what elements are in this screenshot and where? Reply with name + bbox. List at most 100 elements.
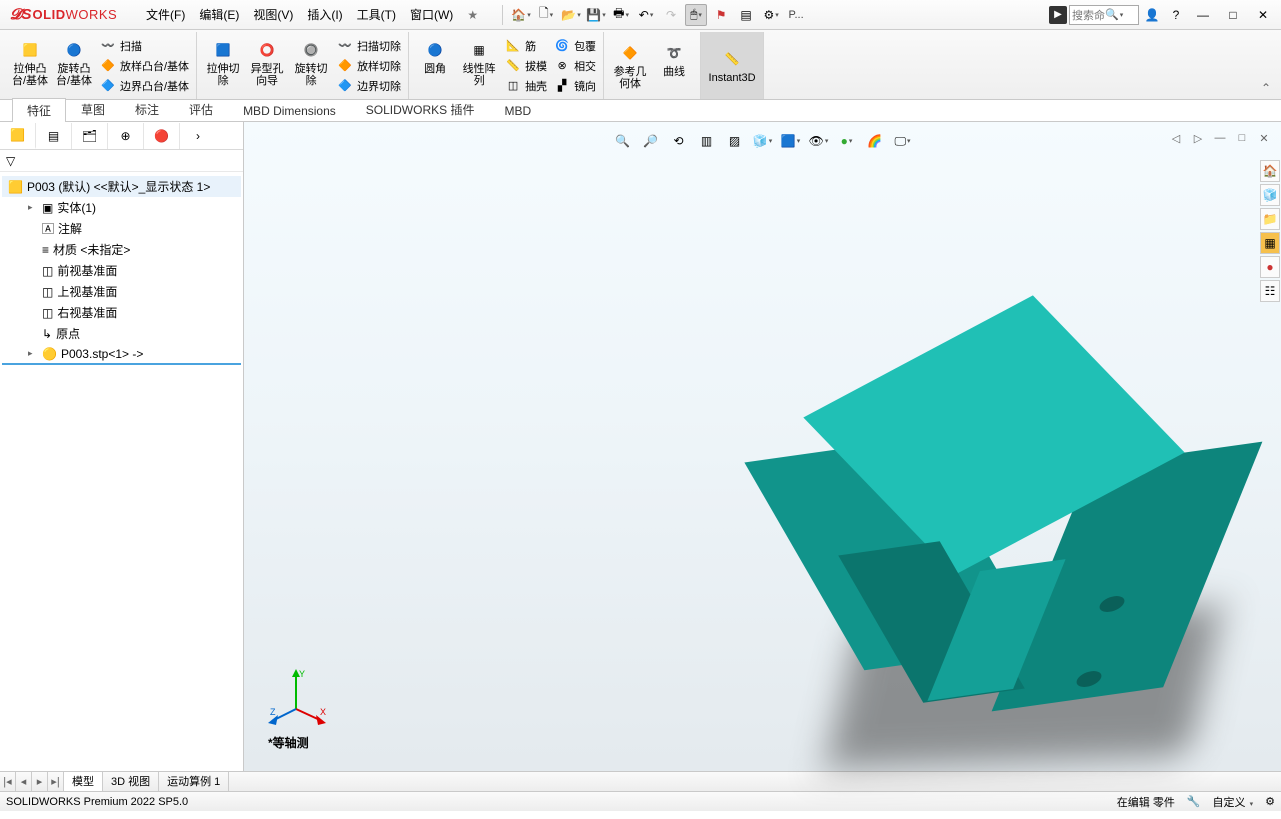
boundary-button[interactable]: 🔷边界凸台/基体	[96, 76, 192, 96]
display-tab[interactable]: 🔴	[144, 123, 180, 149]
graphics-viewport[interactable]: 🔍 🔎 ⟲ ▥ ▨ 🧊▾ 🟦▾ 👁▾ ●▾ 🌈 🖵▾ ◁ ▷ — □ ✕ 🏠 🧊…	[244, 122, 1281, 771]
search-input[interactable]: 搜索命🔍▾	[1069, 5, 1139, 25]
cut-loft-button[interactable]: 🔶放样切除	[333, 56, 404, 76]
status-custom[interactable]: 自定义 ▾	[1213, 794, 1254, 810]
menu-star[interactable]: ★	[461, 5, 484, 25]
bt-next-icon[interactable]: ▸	[32, 772, 48, 791]
more-tab[interactable]: ›	[180, 123, 216, 149]
prev-view-icon[interactable]: ⟲	[668, 130, 690, 152]
appearance-icon[interactable]: ●▾	[836, 130, 858, 152]
mdi-next-icon[interactable]: ▷	[1189, 130, 1207, 146]
mdi-min-icon[interactable]: —	[1211, 130, 1229, 146]
dyn-section-icon[interactable]: ▨	[724, 130, 746, 152]
mdi-max-icon[interactable]: □	[1233, 130, 1251, 146]
undo-icon[interactable]: ↶▾	[635, 4, 657, 26]
shell-button[interactable]: ◫抽壳	[501, 76, 550, 96]
home-icon[interactable]: 🏠▾	[510, 4, 532, 26]
tree-root[interactable]: 🟨 P003 (默认) <<默认>_显示状态 1>	[2, 176, 241, 197]
mdi-prev-icon[interactable]: ◁	[1167, 130, 1185, 146]
tab-features[interactable]: 特征	[12, 98, 66, 122]
extrude-boss-button[interactable]: 🟨拉伸凸台/基体	[8, 36, 52, 96]
tab-sketch[interactable]: 草图	[66, 97, 120, 121]
bt-prev-icon[interactable]: ◂	[16, 772, 32, 791]
status-rebuild-icon[interactable]: 🔧	[1187, 795, 1201, 808]
menu-edit[interactable]: 编辑(E)	[193, 3, 245, 26]
fillet-button[interactable]: 🔵圆角	[413, 36, 457, 96]
property-tab[interactable]: ▤	[36, 123, 72, 149]
tab-mbd[interactable]: MBD	[489, 100, 546, 121]
tree-top-plane[interactable]: ◫上视基准面	[2, 281, 241, 302]
menu-insert[interactable]: 插入(I)	[301, 3, 348, 26]
tree-origin[interactable]: ↳原点	[2, 323, 241, 344]
section-view-icon[interactable]: ▥	[696, 130, 718, 152]
draft-button[interactable]: 📏拔模	[501, 56, 550, 76]
tab-annotations[interactable]: 标注	[120, 97, 174, 121]
tab-mbd-dim[interactable]: MBD Dimensions	[228, 100, 351, 121]
dimxpert-tab[interactable]: ⊕	[108, 123, 144, 149]
ribbon-collapse-icon[interactable]: ⌃	[1261, 81, 1271, 95]
tp-appearances-icon[interactable]: ●	[1260, 256, 1280, 278]
display-style-icon[interactable]: 🟦▾	[780, 130, 802, 152]
rib-button[interactable]: 📐筋	[501, 36, 550, 56]
view-orient-icon[interactable]: 🧊▾	[752, 130, 774, 152]
bottom-tab-motion[interactable]: 运动算例 1	[159, 772, 229, 791]
new-icon[interactable]: 🗋▾	[535, 4, 557, 26]
tab-evaluate[interactable]: 评估	[174, 97, 228, 121]
cut-extrude-button[interactable]: 🟦拉伸切除	[201, 36, 245, 96]
tp-custom-icon[interactable]: ☷	[1260, 280, 1280, 302]
rebuild-icon[interactable]: ⚑	[710, 4, 732, 26]
instant3d-button[interactable]: 📏Instant3D	[701, 32, 764, 99]
menu-file[interactable]: 文件(F)	[140, 3, 191, 26]
linear-pattern-button[interactable]: ▦线性阵列	[457, 36, 501, 96]
bt-first-icon[interactable]: |◂	[0, 772, 16, 791]
status-gear-icon[interactable]: ⚙	[1265, 795, 1275, 808]
bottom-tab-3dview[interactable]: 3D 视图	[103, 772, 159, 791]
tree-front-plane[interactable]: ◫前视基准面	[2, 260, 241, 281]
revolve-boss-button[interactable]: 🔵旋转凸台/基体	[52, 36, 96, 96]
cmd-icon[interactable]: ▶	[1049, 6, 1067, 24]
tp-view-pal-icon[interactable]: ▦	[1260, 232, 1280, 254]
help-icon[interactable]: ?	[1165, 4, 1187, 26]
zoom-area-icon[interactable]: 🔎	[640, 130, 662, 152]
menu-window[interactable]: 窗口(W)	[404, 3, 459, 26]
tree-material[interactable]: ≡材质 <未指定>	[2, 239, 241, 260]
wrap-button[interactable]: 🌀包覆	[550, 36, 599, 56]
zoom-fit-icon[interactable]: 🔍	[612, 130, 634, 152]
redo-icon[interactable]: ↷	[660, 4, 682, 26]
feature-tree-tab[interactable]: 🟨	[0, 123, 36, 149]
open-icon[interactable]: 📂▾	[560, 4, 582, 26]
menu-tools[interactable]: 工具(T)	[351, 3, 402, 26]
print-icon[interactable]: 🖶▾	[610, 4, 632, 26]
select-icon[interactable]: 🖱▾	[685, 4, 707, 26]
mdi-close-icon[interactable]: ✕	[1255, 130, 1273, 146]
tree-annotations[interactable]: 🄰注解	[2, 218, 241, 239]
options-icon[interactable]: ⚙▾	[760, 4, 782, 26]
scene-icon[interactable]: 🌈	[864, 130, 886, 152]
minimize-icon[interactable]: —	[1189, 4, 1217, 26]
tree-imported[interactable]: ▸🟡P003.stp<1> ->	[2, 344, 241, 365]
hole-wizard-button[interactable]: ⭕异型孔向导	[245, 36, 289, 96]
tp-library-icon[interactable]: 📁	[1260, 208, 1280, 230]
tree-filter[interactable]: ▽	[0, 150, 243, 172]
bt-last-icon[interactable]: ▸|	[48, 772, 64, 791]
bottom-tab-model[interactable]: 模型	[64, 772, 103, 791]
tp-resources-icon[interactable]: 🧊	[1260, 184, 1280, 206]
tab-addins[interactable]: SOLIDWORKS 插件	[351, 97, 490, 121]
maximize-icon[interactable]: □	[1219, 4, 1247, 26]
mirror-button[interactable]: ▞镜向	[550, 76, 599, 96]
orientation-triad[interactable]: Y X Z	[268, 667, 328, 727]
loft-button[interactable]: 🔶放样凸台/基体	[96, 56, 192, 76]
cut-boundary-button[interactable]: 🔷边界切除	[333, 76, 404, 96]
config-tab[interactable]: 🗂	[72, 123, 108, 149]
intersect-button[interactable]: ⊗相交	[550, 56, 599, 76]
ref-geometry-button[interactable]: 🔶参考几何体	[608, 39, 652, 92]
hide-show-icon[interactable]: 👁▾	[808, 130, 830, 152]
menu-view[interactable]: 视图(V)	[247, 3, 299, 26]
p-label[interactable]: P...	[785, 4, 807, 26]
file-props-icon[interactable]: ▤	[735, 4, 757, 26]
tp-home-icon[interactable]: 🏠	[1260, 160, 1280, 182]
close-icon[interactable]: ✕	[1249, 4, 1277, 26]
curves-button[interactable]: ➰曲线	[652, 39, 696, 92]
save-icon[interactable]: 💾▾	[585, 4, 607, 26]
tree-solid-bodies[interactable]: ▸▣实体(1)	[2, 197, 241, 218]
